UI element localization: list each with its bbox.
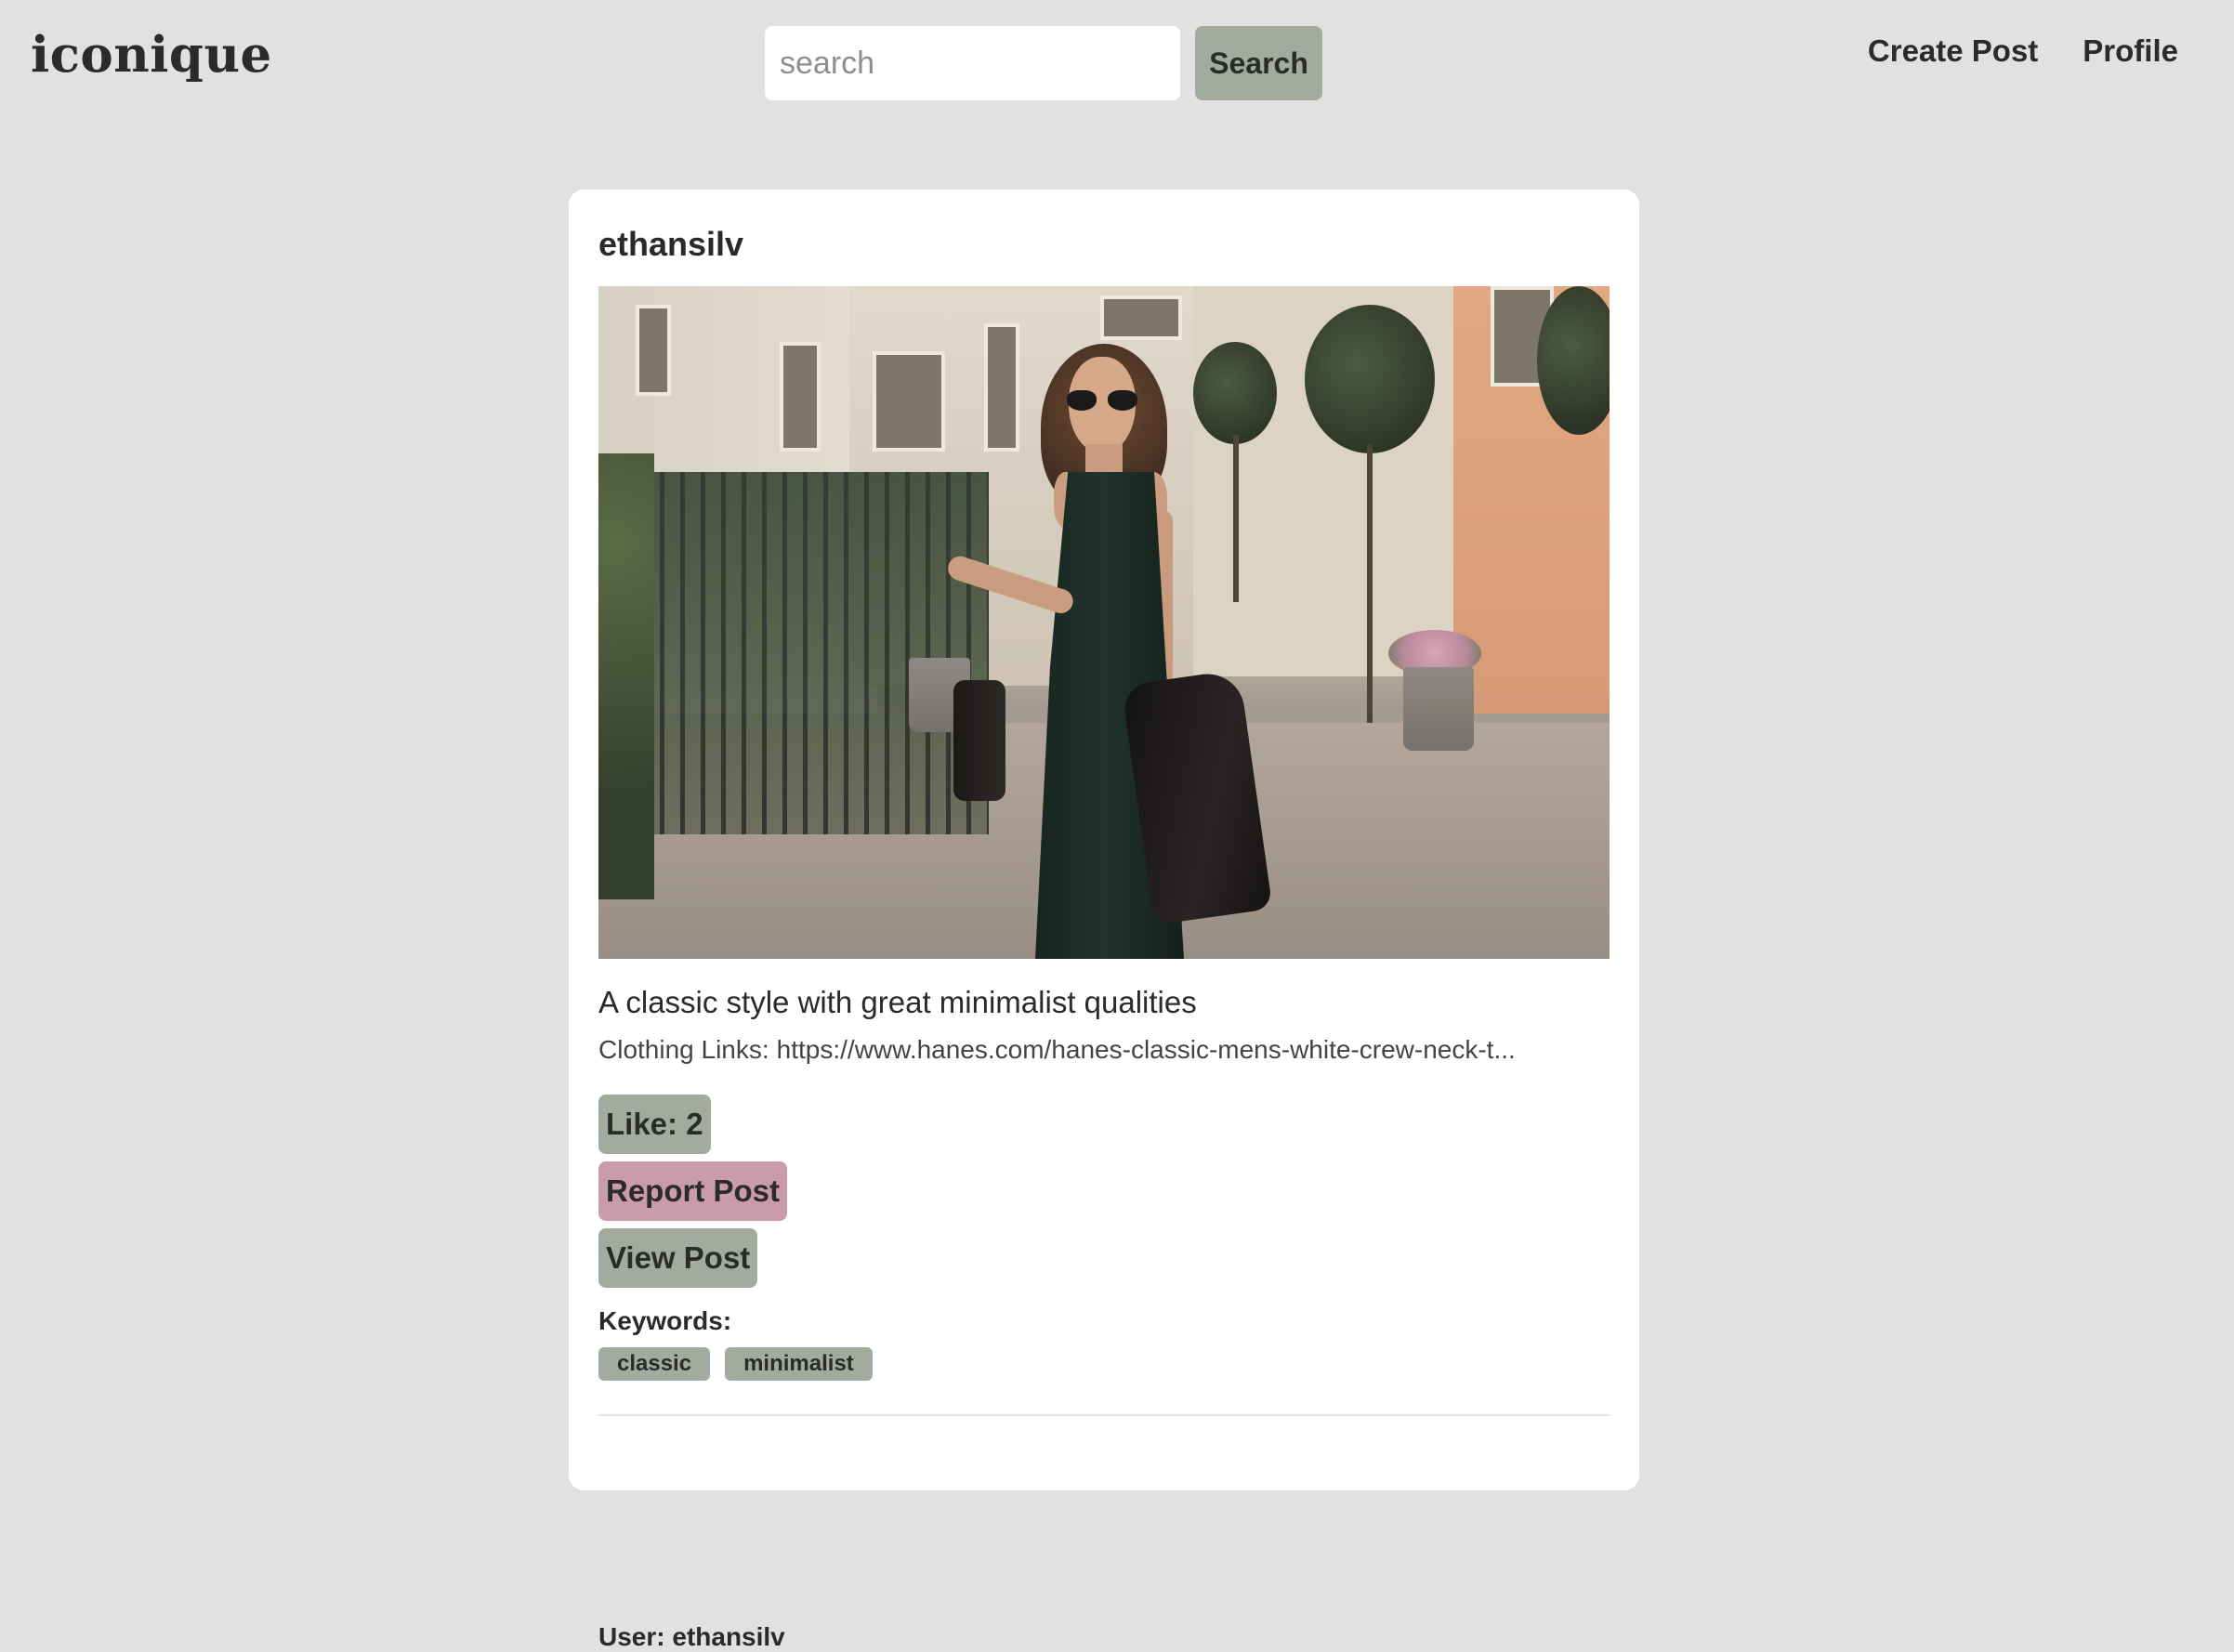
post-meta-user: User: ethansilv [598,1622,785,1651]
image-window [780,342,821,452]
keyword-tag[interactable]: classic [598,1347,711,1381]
post-author: ethansilv [598,225,744,263]
top-header: iconique Search Create Post Profile [0,0,2234,121]
image-window [1100,295,1182,340]
image-hedge [598,453,654,899]
nav-create-post[interactable]: Create Post [1868,33,2038,69]
keyword-list: classic minimalist [598,1347,873,1381]
post-card: ethansilv A classic style with great min… [569,190,1639,1651]
image-tree-trunk [1233,435,1239,602]
image-tree [1193,342,1277,444]
image-handbag [953,680,1005,801]
search-input[interactable] [765,26,1180,100]
post-caption: A classic style with great minimalist qu… [598,985,1197,1019]
nav-profile[interactable]: Profile [2083,33,2178,69]
view-post-button[interactable]: View Post [598,1228,758,1288]
keywords-label: Keywords: [598,1306,732,1335]
image-window [873,351,945,452]
clothing-link[interactable]: https://www.hanes.com/hanes-classic-mens… [777,1035,1516,1064]
card-divider [598,1414,1610,1416]
post-image [598,286,1610,959]
image-sunglasses [1067,390,1137,411]
search-button[interactable]: Search [1195,26,1322,100]
image-window [984,323,1019,452]
app-logo[interactable]: iconique [31,22,272,87]
image-fence [598,472,989,834]
image-window [636,305,671,396]
clothing-links: Clothing Links: https://www.hanes.com/han… [598,1035,1610,1065]
keyword-tag[interactable]: minimalist [725,1347,873,1381]
main-nav: Create Post Profile [1868,33,2178,69]
report-post-button[interactable]: Report Post [598,1161,788,1221]
clothing-links-label: Clothing Links: [598,1035,769,1064]
like-button[interactable]: Like: 2 [598,1095,711,1154]
image-tree [1305,305,1435,453]
image-tree-trunk [1367,444,1373,723]
image-planter [1403,667,1474,751]
